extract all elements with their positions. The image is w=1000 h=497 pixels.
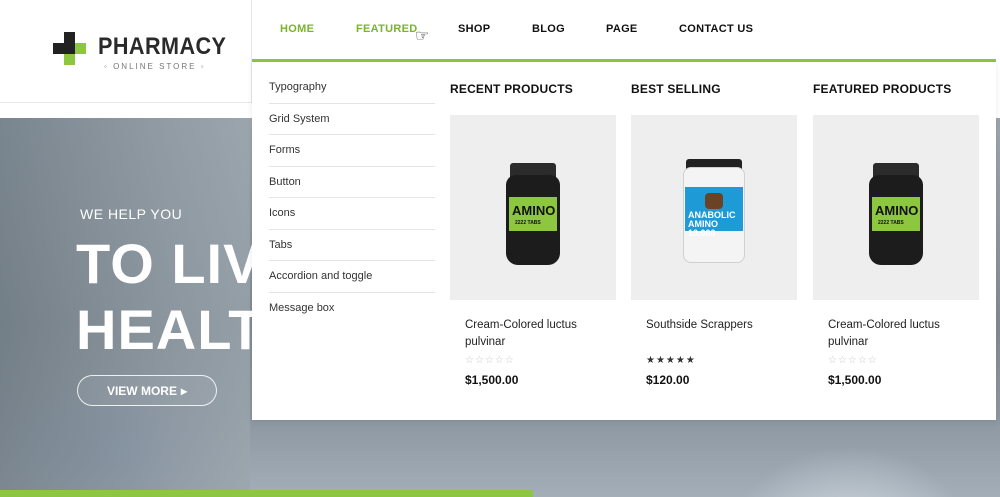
submenu-item-accordion[interactable]: Accordion and toggle (269, 261, 435, 293)
nav-item-page[interactable]: PAGE (606, 23, 638, 35)
submenu-item-button[interactable]: Button (269, 167, 435, 198)
submenu-item-grid-system[interactable]: Grid System (269, 104, 435, 135)
nav-item-contact-us[interactable]: CONTACT US (679, 23, 753, 35)
product-price: $1,500.00 (465, 373, 519, 387)
main-nav: HOME FEATURED SHOP BLOG PAGE CONTACT US (252, 0, 996, 60)
logo-subtitle: ◦ ONLINE STORE ◦ (104, 62, 206, 71)
rating-stars: ★★★★★ (646, 355, 696, 366)
product-name[interactable]: Southside Scrappers (646, 317, 786, 334)
product-price: $1,500.00 (828, 373, 882, 387)
nav-item-home[interactable]: HOME (280, 23, 314, 35)
product-name[interactable]: Cream-Colored luctus pulvinar (465, 317, 605, 351)
product-name[interactable]: Cream-Colored luctus pulvinar (828, 317, 968, 351)
supplement-jar-icon: AMINO 2222 TABS (869, 163, 923, 267)
submenu-item-message-box[interactable]: Message box (269, 293, 435, 325)
featured-submenu: Typography Grid System Forms Button Icon… (269, 72, 435, 324)
featured-products-column: FEATURED PRODUCTS AMINO 2222 TABS Cream-C… (813, 82, 979, 387)
supplement-jar-icon: ANABOLIC AMINO 10,000 (683, 159, 745, 267)
view-more-button[interactable]: VIEW MORE ▸ (77, 375, 217, 406)
product-image[interactable]: AMINO 2222 TABS (813, 115, 979, 300)
best-selling-column: BEST SELLING ANABOLIC AMINO 10,000 South… (631, 82, 797, 387)
submenu-item-icons[interactable]: Icons (269, 198, 435, 230)
column-title: FEATURED PRODUCTS (813, 82, 952, 96)
submenu-item-typography[interactable]: Typography (269, 72, 435, 104)
hero-subtitle: WE HELP YOU (80, 206, 183, 222)
product-price: $120.00 (646, 373, 690, 387)
rating-stars: ☆☆☆☆☆ (828, 355, 878, 366)
nav-item-featured[interactable]: FEATURED (356, 23, 417, 35)
submenu-item-tabs[interactable]: Tabs (269, 230, 435, 261)
logo-title: PHARMACY (98, 33, 227, 60)
nav-item-shop[interactable]: SHOP (458, 23, 490, 35)
hero-progress-bar (0, 490, 533, 497)
hand-cursor-icon: ☞ (415, 28, 430, 45)
nav-item-blog[interactable]: BLOG (532, 23, 565, 35)
column-title: BEST SELLING (631, 82, 721, 96)
product-image[interactable]: AMINO 2222 TABS (450, 115, 616, 300)
cross-logo-icon (53, 32, 86, 65)
recent-products-column: RECENT PRODUCTS AMINO 2222 TABS Cream-Col… (450, 82, 616, 387)
rating-stars: ☆☆☆☆☆ (465, 355, 515, 366)
supplement-jar-icon: AMINO 2222 TABS (506, 163, 560, 267)
view-more-label: VIEW MORE (106, 383, 177, 398)
product-image[interactable]: ANABOLIC AMINO 10,000 (631, 115, 797, 300)
submenu-item-forms[interactable]: Forms (269, 135, 435, 167)
logo-area[interactable]: PHARMACY ◦ ONLINE STORE ◦ (0, 0, 252, 103)
column-title: RECENT PRODUCTS (450, 82, 574, 96)
caret-right-icon: ▸ (180, 383, 188, 398)
mega-menu: Typography Grid System Forms Button Icon… (252, 62, 996, 420)
